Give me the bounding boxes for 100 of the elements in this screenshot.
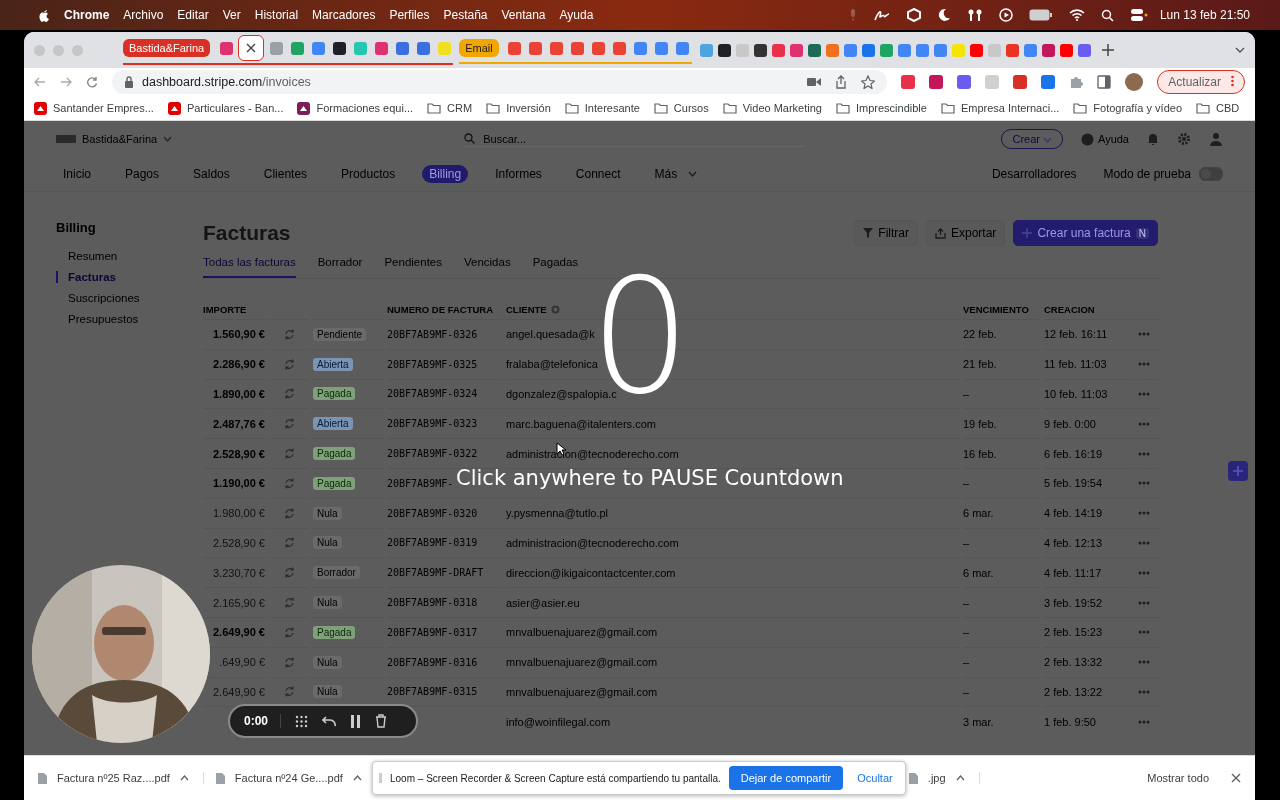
update-button[interactable]: Actualizar — [1157, 70, 1245, 94]
extension-icon[interactable] — [929, 75, 944, 89]
more-icon[interactable] — [1138, 392, 1150, 396]
status-badge: Pagada — [313, 476, 356, 490]
pause-icon[interactable] — [350, 714, 362, 728]
reload-icon[interactable] — [86, 76, 98, 88]
hexagon-icon[interactable] — [906, 8, 921, 22]
more-icon[interactable] — [1138, 511, 1150, 516]
back-icon[interactable] — [34, 76, 46, 88]
status-badge: Pagada — [313, 447, 356, 461]
extension-icon[interactable] — [957, 75, 972, 89]
menu-item[interactable]: Ventana — [501, 8, 546, 22]
more-icon[interactable] — [1138, 689, 1150, 694]
play-circle-icon[interactable] — [998, 8, 1013, 22]
menu-item[interactable]: Historial — [254, 8, 299, 22]
menu-item[interactable]: Marcadores — [312, 8, 376, 22]
menu-item[interactable]: Editar — [177, 8, 209, 22]
test-mode-toggle[interactable] — [1199, 167, 1223, 181]
extension-icon[interactable] — [901, 75, 916, 89]
download-item[interactable]: Factura nº25 Raz....pdf — [38, 772, 204, 784]
search-field[interactable]: Buscar... — [481, 131, 805, 146]
more-icon[interactable] — [1138, 421, 1150, 426]
menu-item[interactable]: Ayuda — [559, 8, 594, 22]
bookmark[interactable]: Imprescindible — [836, 102, 927, 114]
tab-group-label[interactable]: Bastida&Farina — [123, 39, 211, 57]
puzzle-icon[interactable] — [1069, 75, 1084, 89]
control-center-icon[interactable] — [1129, 8, 1148, 22]
gear-icon[interactable] — [550, 304, 560, 314]
forward-icon[interactable] — [60, 76, 72, 88]
close-icon[interactable] — [246, 43, 257, 53]
bookmark[interactable]: Particulares - Ban... — [167, 101, 284, 115]
create-invoice-button[interactable]: Crear una factura N — [1013, 220, 1158, 246]
side-panel-icon[interactable] — [1097, 75, 1112, 89]
file-icon — [215, 772, 225, 784]
bell-icon[interactable] — [1147, 132, 1159, 146]
apple-icon[interactable] — [38, 8, 50, 22]
more-icon[interactable] — [1138, 451, 1150, 456]
bookmark[interactable]: Santander Empres... — [34, 101, 154, 115]
menu-item[interactable]: Ver — [222, 8, 241, 22]
chevron-up-icon[interactable] — [352, 775, 362, 781]
star-icon[interactable] — [861, 75, 876, 89]
undo-icon[interactable] — [322, 715, 337, 727]
bookmark[interactable]: Empresa Internaci... — [940, 102, 1060, 114]
menu-item[interactable]: Archivo — [123, 8, 164, 22]
bookmark[interactable]: Fotografía y vídeo — [1073, 102, 1182, 114]
tab-group-label[interactable]: Email — [459, 39, 499, 57]
chevron-up-icon[interactable] — [179, 775, 189, 781]
battery-icon[interactable] — [1028, 9, 1053, 21]
browser-tab[interactable] — [238, 35, 265, 61]
more-icon[interactable] — [1138, 600, 1150, 605]
profile-avatar[interactable] — [1125, 73, 1144, 91]
more-icon[interactable] — [1138, 481, 1150, 486]
more-icon[interactable] — [1138, 719, 1150, 724]
new-tab-icon[interactable] — [1101, 44, 1114, 56]
more-icon[interactable] — [1138, 660, 1150, 665]
more-icon[interactable] — [1138, 332, 1150, 337]
user-icon[interactable] — [1209, 132, 1223, 146]
bookmark[interactable]: Interesante — [564, 102, 640, 114]
signature-icon[interactable] — [872, 8, 891, 22]
stop-sharing-button[interactable]: Dejar de compartir — [728, 766, 844, 790]
folder-icon — [722, 102, 737, 114]
more-icon[interactable] — [1138, 540, 1150, 545]
nav-tab[interactable]: Billing — [422, 165, 469, 183]
trash-icon[interactable] — [375, 714, 388, 728]
more-icon[interactable] — [1138, 570, 1150, 575]
chevron-down-icon[interactable] — [1235, 47, 1245, 53]
grid-icon[interactable] — [295, 714, 309, 728]
created-date: 9 feb. 0:00 — [1044, 408, 1134, 439]
bookmark[interactable]: CBD — [1196, 102, 1240, 114]
extension-icon[interactable] — [1013, 75, 1028, 89]
created-date: 12 feb. 16:11 — [1044, 319, 1134, 349]
chevron-down-icon[interactable] — [688, 171, 698, 177]
more-icon[interactable] — [1138, 362, 1150, 367]
add-button[interactable] — [1228, 461, 1248, 481]
settings-icon[interactable] — [1177, 132, 1191, 146]
more-icon[interactable] — [1138, 630, 1150, 635]
video-camera-icon[interactable] — [807, 77, 822, 87]
due-date: 6 mar. — [963, 497, 1040, 528]
bookmark[interactable]: Inversión — [486, 102, 551, 114]
show-all-button[interactable]: Mostrar todo — [1137, 768, 1219, 788]
menu-item[interactable]: Perfiles — [389, 8, 430, 22]
hide-button[interactable]: Ocultar — [851, 771, 899, 785]
download-item[interactable]: .jpg — [908, 772, 980, 784]
earbuds-icon[interactable] — [966, 8, 983, 22]
bookmark[interactable]: CRM — [427, 102, 473, 114]
close-icon[interactable] — [1231, 773, 1241, 783]
menu-item[interactable]: Pestaña — [443, 8, 488, 22]
bookmark[interactable]: Video Marketing — [722, 102, 822, 114]
bookmark[interactable]: Cursos — [653, 102, 709, 114]
share-icon[interactable] — [835, 75, 848, 89]
address-bar[interactable]: dashboard.stripe.com/invoices — [112, 70, 888, 94]
menu-item[interactable]: Chrome — [64, 8, 110, 22]
extension-icon[interactable] — [1041, 75, 1056, 89]
search-icon[interactable] — [1100, 8, 1114, 22]
recurring-icon — [283, 626, 295, 638]
chevron-up-icon[interactable] — [955, 775, 965, 781]
wifi-icon[interactable] — [1068, 9, 1085, 21]
microphone-icon[interactable] — [848, 8, 857, 22]
moon-icon[interactable] — [936, 8, 951, 22]
bookmark[interactable]: Formaciones equi... — [297, 101, 414, 115]
